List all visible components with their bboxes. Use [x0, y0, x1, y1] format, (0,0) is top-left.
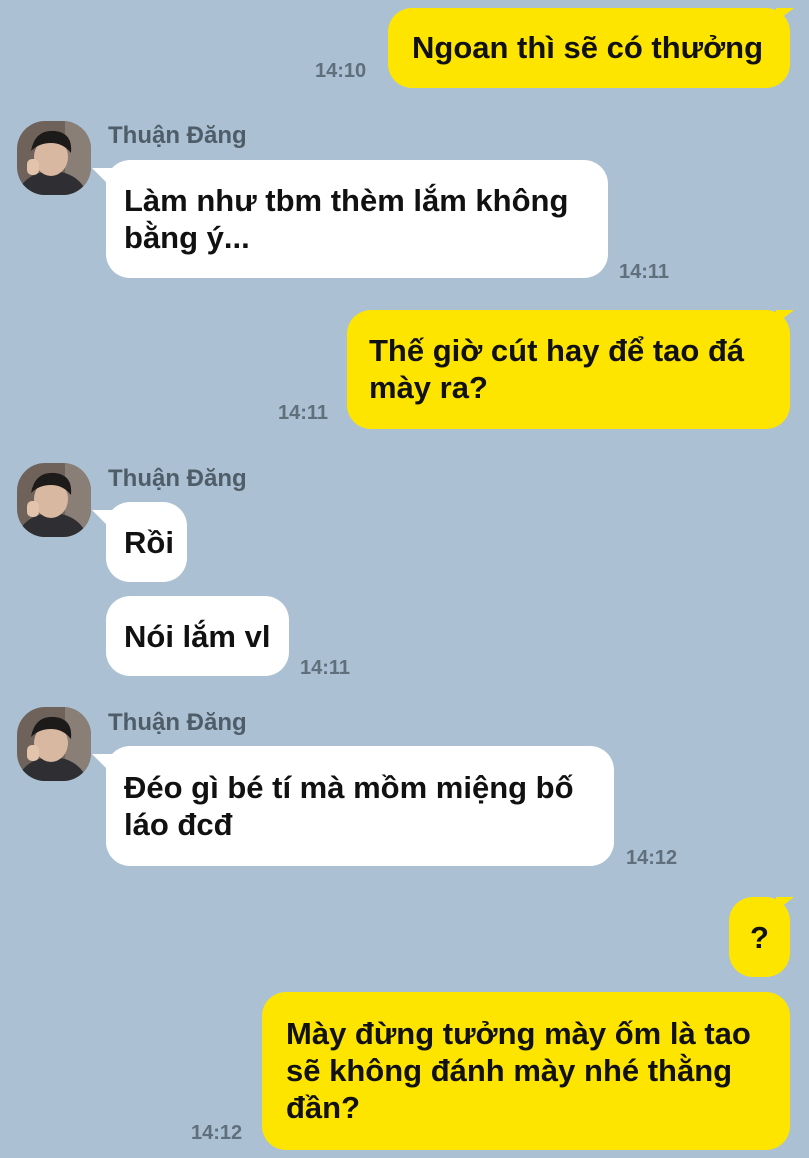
- bubble-tail: [776, 897, 794, 911]
- sender-name: Thuận Đăng: [108, 465, 247, 492]
- chat-area[interactable]: 14:10 Ngoan thì sẽ có thưởng Thuận Đăng …: [0, 0, 809, 1158]
- message-text: Mày đừng tưởng mày ốm là tao sẽ không đá…: [286, 1016, 751, 1125]
- bubble-tail: [776, 8, 794, 22]
- message-bubble-sent[interactable]: Ngoan thì sẽ có thưởng: [388, 8, 790, 88]
- message-bubble-received[interactable]: Nói lắm vl: [106, 596, 289, 676]
- avatar-image: [17, 121, 91, 195]
- message-bubble-sent[interactable]: Thế giờ cút hay để tao đá mày ra?: [347, 310, 790, 429]
- message-time: 14:10: [315, 60, 367, 82]
- message-bubble-sent[interactable]: Mày đừng tưởng mày ốm là tao sẽ không đá…: [262, 992, 790, 1150]
- message-time: 14:11: [278, 402, 329, 424]
- message-time: 14:11: [300, 657, 351, 679]
- message-text: ?: [750, 920, 769, 955]
- avatar-image: [17, 463, 91, 537]
- message-text: Đéo gì bé tí mà mồm miệng bố láo đcđ: [124, 770, 574, 842]
- message-text: Làm như tbm thèm lắm không bằng ý...: [124, 183, 569, 255]
- bubble-tail: [776, 310, 794, 324]
- avatar[interactable]: [17, 707, 91, 781]
- message-time: 14:12: [626, 847, 678, 869]
- message-time: 14:11: [619, 261, 670, 283]
- message-bubble-received[interactable]: Làm như tbm thèm lắm không bằng ý...: [106, 160, 608, 278]
- avatar[interactable]: [17, 463, 91, 537]
- message-text: Nói lắm vl: [124, 619, 271, 654]
- message-text: Thế giờ cút hay để tao đá mày ra?: [369, 333, 745, 405]
- sender-name: Thuận Đăng: [108, 709, 247, 736]
- avatar[interactable]: [17, 121, 91, 195]
- message-time: 14:12: [191, 1122, 243, 1144]
- message-text: Rồi: [124, 525, 174, 560]
- avatar-image: [17, 707, 91, 781]
- sender-name: Thuận Đăng: [108, 122, 247, 149]
- message-text: Ngoan thì sẽ có thưởng: [412, 30, 764, 65]
- message-bubble-received[interactable]: Rồi: [106, 502, 187, 582]
- message-bubble-received[interactable]: Đéo gì bé tí mà mồm miệng bố láo đcđ: [106, 746, 614, 866]
